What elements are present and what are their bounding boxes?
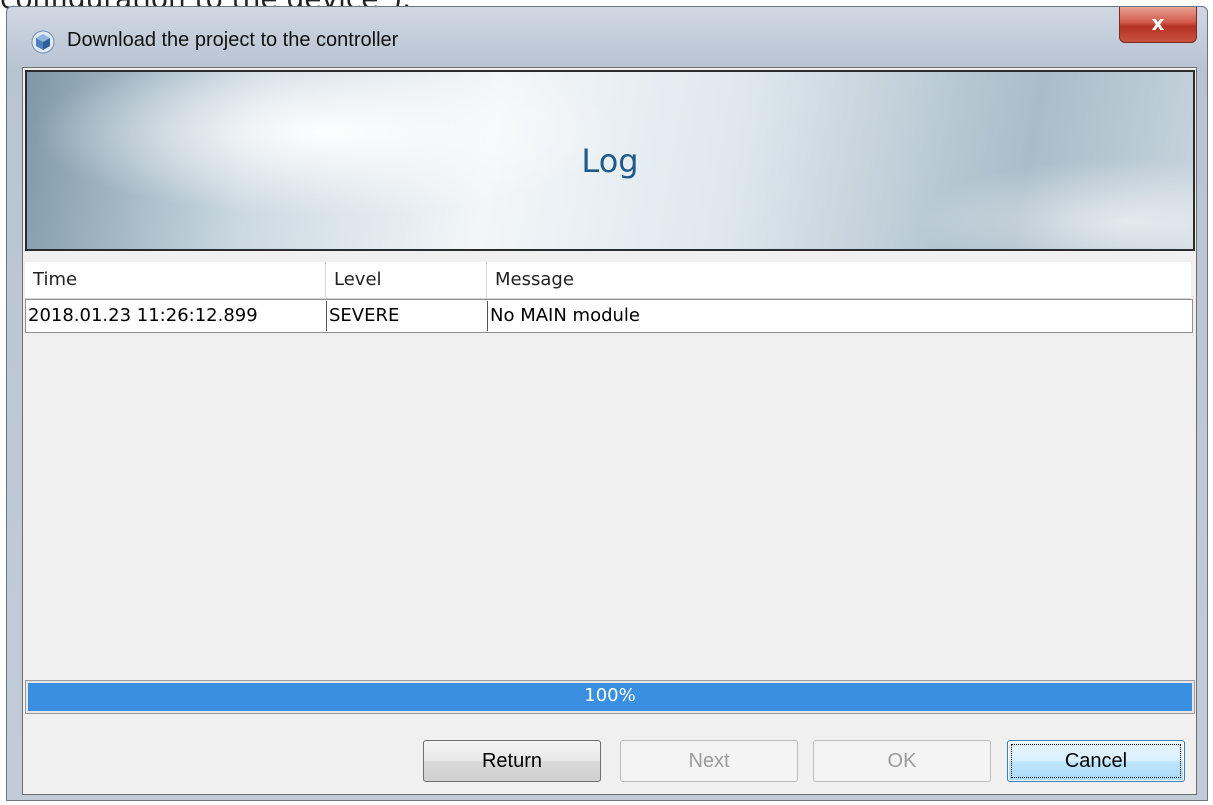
dialog-window: Download the project to the controller x… — [6, 6, 1208, 801]
ok-button[interactable]: OK — [813, 740, 991, 782]
cancel-button[interactable]: Cancel — [1007, 740, 1185, 782]
progress-bar: 100% — [25, 680, 1195, 714]
table-header: Time Level Message — [25, 262, 1191, 299]
column-header-time[interactable]: Time — [25, 262, 325, 298]
table-row[interactable]: 2018.01.23 11:26:12.899 SEVERE No MAIN m… — [25, 299, 1193, 333]
focus-rectangle — [1011, 744, 1181, 778]
return-button[interactable]: Return — [423, 740, 601, 782]
next-button[interactable]: Next — [620, 740, 798, 782]
log-table: Time Level Message 2018.01.23 11:26:12.8… — [25, 254, 1195, 674]
dialog-content: Log Time Level Message 2018.01.23 11:26:… — [22, 67, 1197, 795]
cell-level: SEVERE — [326, 301, 399, 331]
title-bar[interactable]: Download the project to the controller x — [7, 7, 1207, 65]
cell-time: 2018.01.23 11:26:12.899 — [28, 305, 258, 326]
cell-message: No MAIN module — [487, 301, 640, 331]
close-icon: x — [1151, 11, 1165, 35]
window-title: Download the project to the controller — [67, 29, 399, 51]
column-header-level[interactable]: Level — [325, 262, 486, 298]
header-banner: Log — [25, 70, 1195, 251]
banner-title: Log — [581, 142, 639, 180]
cube-icon — [31, 30, 55, 54]
column-header-message[interactable]: Message — [486, 262, 1191, 298]
close-button[interactable]: x — [1119, 7, 1197, 43]
progress-label: 100% — [584, 685, 636, 706]
